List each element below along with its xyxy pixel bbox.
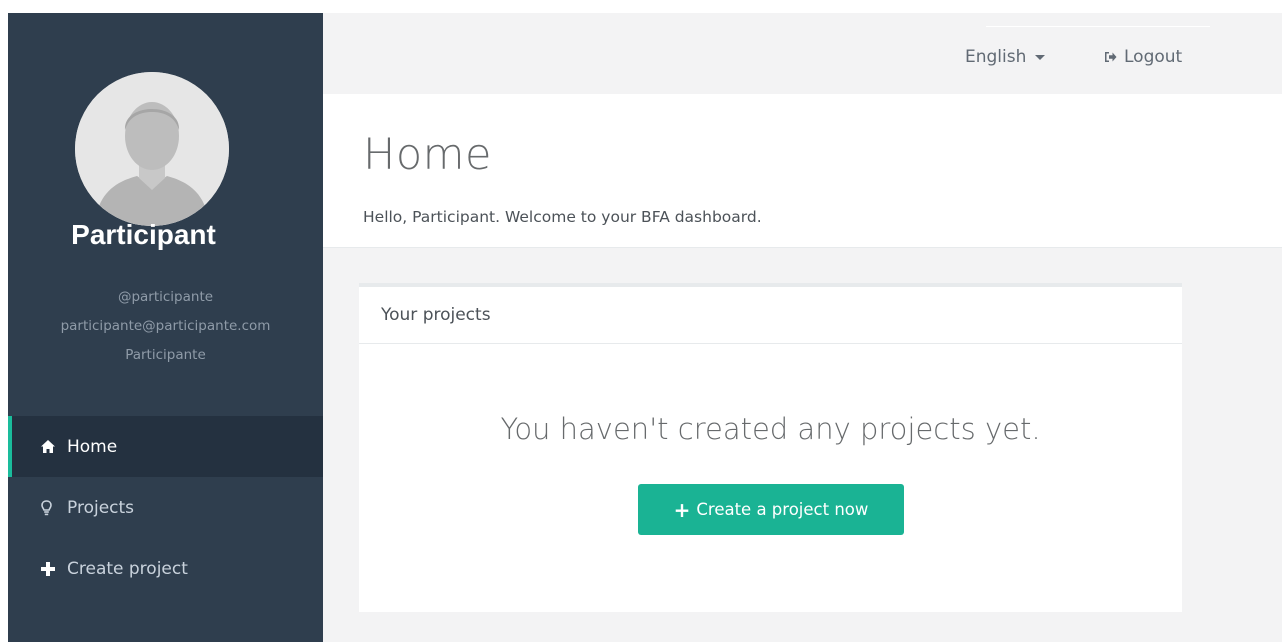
logout-link[interactable]: Logout: [1104, 44, 1182, 70]
logout-label: Logout: [1124, 47, 1183, 67]
page-header: Home Hello, Participant. Welcome to your…: [323, 94, 1282, 248]
top-navbar: English Logout: [323, 13, 1282, 94]
create-project-button-label: Create a project now: [696, 500, 869, 519]
projects-panel-heading: Your projects: [359, 287, 1182, 344]
sign-out-icon: [1104, 51, 1117, 63]
empty-projects-message: You haven't created any projects yet.: [500, 412, 1041, 446]
sidebar-nav: Home Projects Create project: [8, 416, 323, 599]
user-meta: @participante participante@participante.…: [8, 283, 323, 370]
plus-icon: +: [673, 497, 691, 522]
user-email: participante@participante.com: [60, 318, 271, 334]
user-role: Participante: [125, 347, 206, 363]
language-label: English: [965, 47, 1027, 67]
sidebar-item-label: Home: [67, 436, 118, 457]
create-project-button[interactable]: + Create a project now: [638, 484, 904, 535]
top-divider: [986, 26, 1210, 27]
sidebar-item-label: Projects: [67, 497, 135, 518]
sidebar-item-create-project[interactable]: Create project: [8, 538, 323, 599]
projects-panel: Your projects You haven't created any pr…: [359, 283, 1182, 612]
language-dropdown[interactable]: English: [965, 44, 1046, 70]
sidebar-item-projects[interactable]: Projects: [8, 477, 323, 538]
sidebar-item-home[interactable]: Home: [8, 416, 323, 477]
user-username: @participante: [117, 289, 214, 305]
sidebar: Participant @participante participante@p…: [8, 13, 323, 642]
main-content: Your projects You haven't created any pr…: [323, 248, 1282, 642]
user-silhouette-icon: [75, 72, 229, 226]
avatar: [75, 72, 229, 226]
welcome-message: Hello, Participant. Welcome to your BFA …: [363, 208, 762, 226]
user-name: Participant: [71, 219, 216, 250]
lightbulb-icon: [41, 499, 67, 516]
home-icon: [41, 440, 67, 453]
sidebar-item-label: Create project: [67, 558, 188, 579]
page-title: Home: [363, 130, 492, 180]
caret-down-icon: [1035, 54, 1046, 60]
plus-icon: [41, 561, 67, 576]
